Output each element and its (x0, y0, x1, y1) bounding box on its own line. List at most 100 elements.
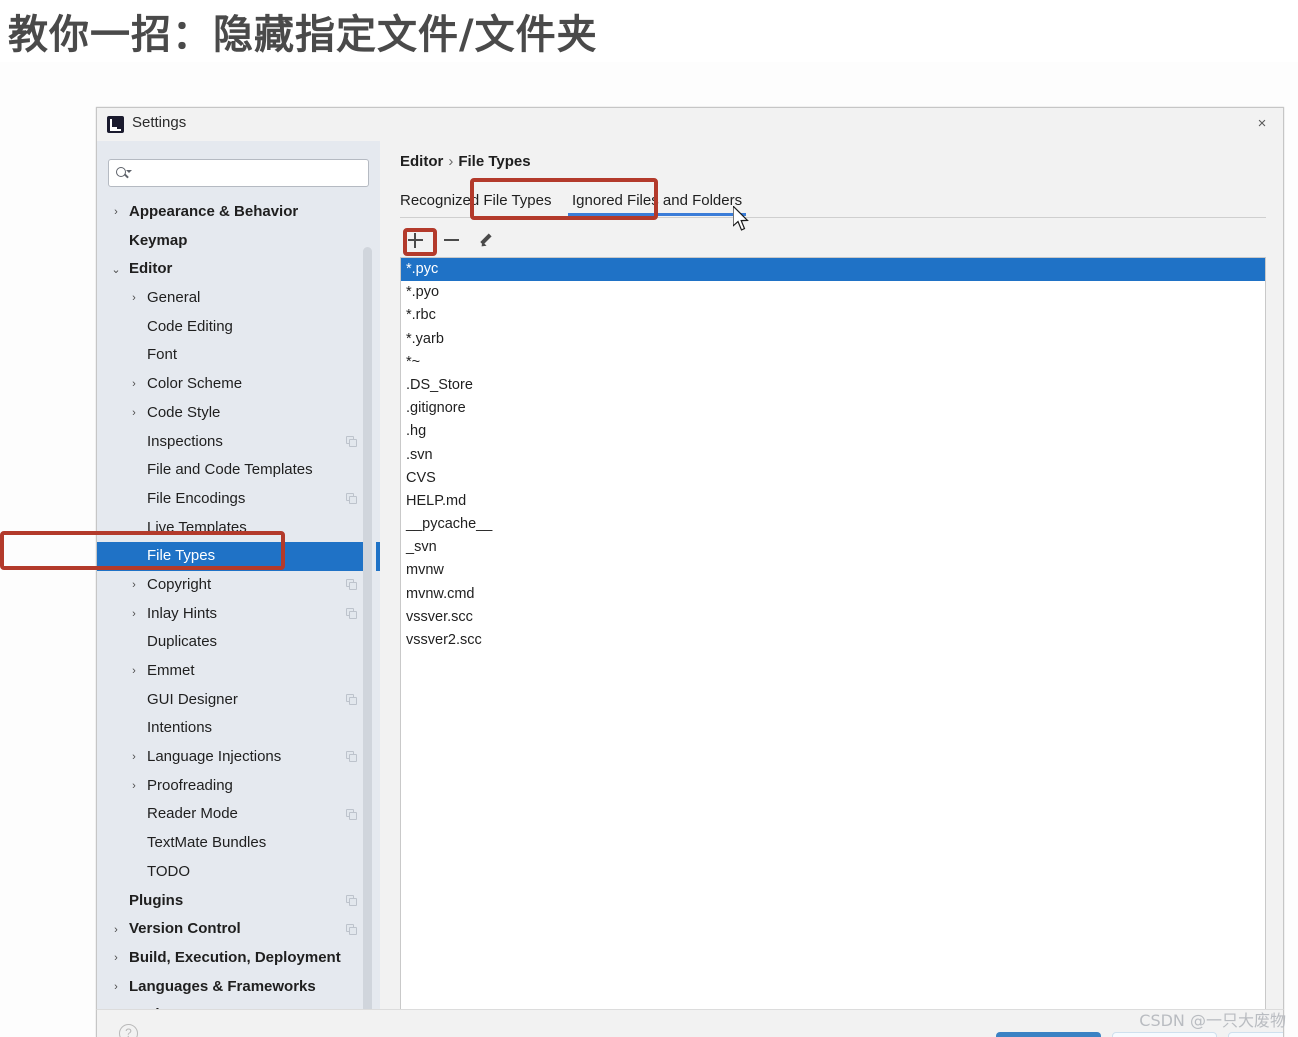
list-item[interactable]: .hg (401, 420, 1265, 443)
sidebar-scrollbar-track[interactable] (363, 194, 376, 1016)
chevron-down-icon[interactable]: ⌄ (111, 264, 121, 275)
chevron-right-icon[interactable]: › (111, 981, 121, 992)
chevron-right-icon[interactable]: › (111, 924, 121, 935)
sidebar-item-label: General (147, 289, 201, 307)
sidebar-item-label: Reader Mode (147, 805, 238, 823)
sidebar-item-version-control[interactable]: › Version Control (97, 915, 380, 944)
search-box[interactable] (108, 159, 369, 187)
sidebar-item-textmate-bundles[interactable]: TextMate Bundles (97, 829, 380, 858)
sidebar-item-emmet[interactable]: › Emmet (97, 657, 380, 686)
sidebar-item-file-and-code-templates[interactable]: File and Code Templates (97, 456, 380, 485)
sidebar-item-label: Plugins (129, 891, 184, 909)
sidebar-item-label: Build, Execution, Deployment (129, 948, 341, 966)
tab-ignored-files-and-folders[interactable]: Ignored Files and Folders (568, 186, 747, 216)
sidebar-item-keymap[interactable]: Keymap (97, 227, 380, 256)
sidebar-item-file-types[interactable]: File Types (97, 542, 380, 571)
sidebar-item-build-execution-deployment[interactable]: › Build, Execution, Deployment (97, 944, 380, 973)
list-item[interactable]: .DS_Store (401, 374, 1265, 397)
sidebar-item-general[interactable]: › General (97, 284, 380, 313)
sidebar-item-duplicates[interactable]: Duplicates (97, 628, 380, 657)
cancel-button[interactable] (1112, 1032, 1217, 1037)
sidebar-item-label: File Types (147, 547, 216, 565)
page-title: 教你一招：隐藏指定文件/文件夹 (8, 12, 598, 58)
sidebar-item-code-editing[interactable]: Code Editing (97, 313, 380, 342)
sidebar-item-label: Intentions (147, 719, 213, 737)
chevron-right-icon[interactable]: › (129, 580, 139, 591)
chevron-right-icon[interactable]: › (129, 781, 139, 792)
help-icon[interactable]: ? (119, 1024, 138, 1037)
sidebar-item-label: Emmet (147, 662, 195, 679)
list-item[interactable]: *.rbc (401, 304, 1265, 327)
sidebar-item-label: Languages & Frameworks (129, 977, 316, 995)
tabs-divider (400, 217, 1266, 218)
chevron-right-icon[interactable]: › (129, 608, 139, 619)
sidebar-item-editor[interactable]: ⌄ Editor (97, 255, 380, 284)
add-icon[interactable] (402, 227, 428, 253)
sidebar-item-label: File and Code Templates (147, 461, 313, 479)
list-item[interactable]: .gitignore (401, 397, 1265, 420)
edit-pencil-icon[interactable] (474, 227, 500, 253)
sidebar-item-font[interactable]: Font (97, 341, 380, 370)
list-item[interactable]: vssver.scc (401, 606, 1265, 629)
sidebar-item-copyright[interactable]: › Copyright (97, 571, 380, 600)
list-item[interactable]: mvnw (401, 559, 1265, 582)
list-item[interactable]: vssver2.scc (401, 629, 1265, 652)
page-root: 教你一招：隐藏指定文件/文件夹 Settings × › Appearance &… (0, 0, 1298, 1037)
project-scope-icon (346, 923, 358, 936)
list-item[interactable]: CVS (401, 467, 1265, 490)
sidebar-item-gui-designer[interactable]: GUI Designer (97, 686, 380, 715)
sidebar-scrollbar-thumb[interactable] (363, 247, 372, 1016)
apply-button[interactable] (1228, 1032, 1283, 1037)
chevron-right-icon[interactable]: › (111, 953, 121, 964)
sidebar-item-inspections[interactable]: Inspections (97, 428, 380, 457)
ignored-files-list[interactable]: *.pyc *.pyo *.rbc *.yarb *~ .DS_Store .gitigno… (400, 257, 1266, 1037)
sidebar-item-todo[interactable]: TODO (97, 858, 380, 887)
sidebar-item-intentions[interactable]: Intentions (97, 714, 380, 743)
sidebar-item-plugins[interactable]: Plugins (97, 887, 380, 916)
sidebar-item-code-style[interactable]: › Code Style (97, 399, 380, 428)
chevron-right-icon[interactable]: › (111, 207, 121, 218)
list-item[interactable]: .svn (401, 444, 1265, 467)
sidebar-item-label: Keymap (129, 231, 188, 249)
sidebar-item-color-scheme[interactable]: › Color Scheme (97, 370, 380, 399)
sidebar-item-proofreading[interactable]: › Proofreading (97, 772, 380, 801)
sidebar-item-label: Live Templates (147, 518, 247, 536)
settings-content: Editor › File Types Recognized File Types … (381, 141, 1283, 1037)
list-item[interactable]: *.pyc (401, 258, 1265, 282)
list-item[interactable]: *~ (401, 351, 1265, 374)
sidebar-item-inlay-hints[interactable]: › Inlay Hints (97, 600, 380, 629)
list-item[interactable]: _svn (401, 536, 1265, 559)
list-item[interactable]: *.yarb (401, 328, 1265, 351)
sidebar-item-languages-frameworks[interactable]: › Languages & Frameworks (97, 973, 380, 1002)
watermark: CSDN @一只大废物 (1139, 1011, 1286, 1030)
tab-recognized-file-types[interactable]: Recognized File Types (400, 186, 551, 216)
list-item[interactable]: mvnw.cmd (401, 583, 1265, 606)
chevron-right-icon[interactable]: › (129, 408, 139, 419)
project-scope-icon (346, 694, 358, 706)
sidebar-item-live-templates[interactable]: Live Templates (97, 514, 380, 543)
sidebar-item-label: Code Style (147, 403, 221, 421)
list-item[interactable]: HELP.md (401, 490, 1265, 513)
search-input[interactable] (136, 160, 364, 186)
close-icon[interactable]: × (1247, 112, 1277, 136)
sidebar-item-appearance-behavior[interactable]: › Appearance & Behavior (97, 198, 380, 227)
ok-button[interactable] (996, 1032, 1101, 1037)
chevron-right-icon[interactable]: › (129, 666, 139, 677)
breadcrumb-root[interactable]: Editor (400, 153, 443, 170)
list-item[interactable]: *.pyo (401, 281, 1265, 304)
sidebar-item-label: GUI Designer (147, 690, 238, 708)
remove-icon[interactable] (438, 227, 464, 253)
list-item[interactable]: __pycache__ (401, 513, 1265, 536)
sidebar-item-file-encodings[interactable]: File Encodings (97, 485, 380, 514)
chevron-right-icon[interactable]: › (129, 752, 139, 763)
sidebar-item-language-injections[interactable]: › Language Injections (97, 743, 380, 772)
sidebar-item-reader-mode[interactable]: Reader Mode (97, 800, 380, 829)
chevron-right-icon[interactable]: › (129, 293, 139, 304)
chevron-right-icon[interactable]: › (129, 379, 139, 390)
